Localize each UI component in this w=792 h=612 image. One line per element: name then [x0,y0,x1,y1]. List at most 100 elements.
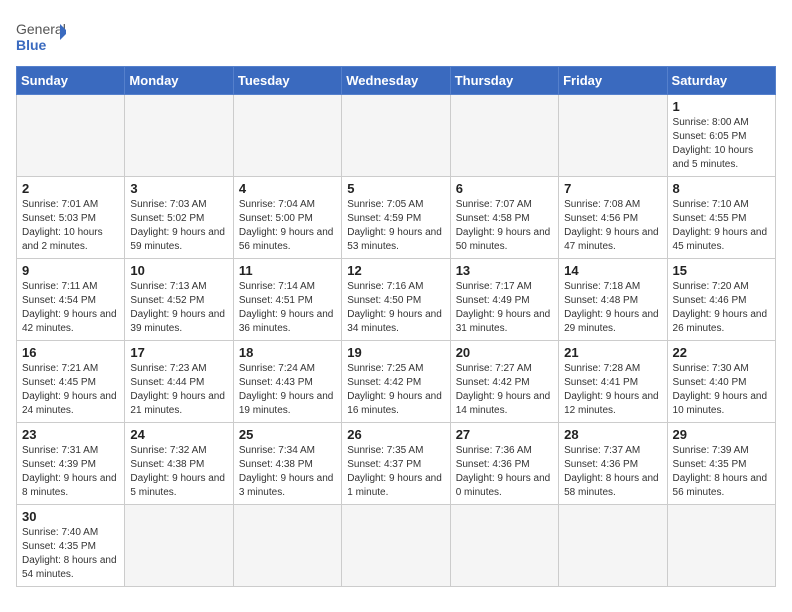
calendar-cell: 5 Sunrise: 7:05 AM Sunset: 4:59 PM Daylig… [342,177,450,259]
day-info: Sunrise: 7:17 AM Sunset: 4:49 PM Dayligh… [456,280,553,336]
calendar-table: SundayMondayTuesdayWednesdayThursdayFrid… [16,66,776,587]
day-number: 5 [347,181,444,196]
day-info: Sunrise: 7:37 AM Sunset: 4:36 PM Dayligh… [564,444,661,500]
day-info: Sunrise: 7:03 AM Sunset: 5:02 PM Dayligh… [130,198,227,254]
day-number: 6 [456,181,553,196]
day-number: 23 [22,427,119,442]
calendar-cell [233,505,341,587]
calendar-cell: 24 Sunrise: 7:32 AM Sunset: 4:38 PM Dayli… [125,423,233,505]
day-info: Sunrise: 7:36 AM Sunset: 4:36 PM Dayligh… [456,444,553,500]
day-info: Sunrise: 7:20 AM Sunset: 4:46 PM Dayligh… [673,280,770,336]
day-info: Sunrise: 7:10 AM Sunset: 4:55 PM Dayligh… [673,198,770,254]
header: General Blue [16,16,776,56]
day-number: 8 [673,181,770,196]
week-row-3: 16 Sunrise: 7:21 AM Sunset: 4:45 PM Dayli… [17,341,776,423]
day-number: 14 [564,263,661,278]
calendar-cell: 22 Sunrise: 7:30 AM Sunset: 4:40 PM Dayli… [667,341,775,423]
calendar-cell: 3 Sunrise: 7:03 AM Sunset: 5:02 PM Daylig… [125,177,233,259]
calendar-cell: 1 Sunrise: 8:00 AM Sunset: 6:05 PM Daylig… [667,95,775,177]
day-number: 17 [130,345,227,360]
day-info: Sunrise: 7:11 AM Sunset: 4:54 PM Dayligh… [22,280,119,336]
day-number: 2 [22,181,119,196]
logo: General Blue [16,16,66,56]
day-number: 18 [239,345,336,360]
day-number: 27 [456,427,553,442]
calendar-cell: 12 Sunrise: 7:16 AM Sunset: 4:50 PM Dayli… [342,259,450,341]
calendar-cell [450,95,558,177]
calendar-cell: 27 Sunrise: 7:36 AM Sunset: 4:36 PM Dayli… [450,423,558,505]
calendar-cell: 18 Sunrise: 7:24 AM Sunset: 4:43 PM Dayli… [233,341,341,423]
svg-text:Blue: Blue [16,37,47,53]
calendar-cell [559,95,667,177]
calendar-cell: 28 Sunrise: 7:37 AM Sunset: 4:36 PM Dayli… [559,423,667,505]
header-thursday: Thursday [450,67,558,95]
calendar-cell [125,95,233,177]
day-info: Sunrise: 7:24 AM Sunset: 4:43 PM Dayligh… [239,362,336,418]
day-info: Sunrise: 7:21 AM Sunset: 4:45 PM Dayligh… [22,362,119,418]
day-info: Sunrise: 7:07 AM Sunset: 4:58 PM Dayligh… [456,198,553,254]
day-info: Sunrise: 7:25 AM Sunset: 4:42 PM Dayligh… [347,362,444,418]
week-row-4: 23 Sunrise: 7:31 AM Sunset: 4:39 PM Dayli… [17,423,776,505]
day-info: Sunrise: 7:30 AM Sunset: 4:40 PM Dayligh… [673,362,770,418]
day-number: 3 [130,181,227,196]
day-info: Sunrise: 7:18 AM Sunset: 4:48 PM Dayligh… [564,280,661,336]
calendar-cell: 20Sunrise: 7:27 AM Sunset: 4:42 PM Dayli… [450,341,558,423]
calendar-cell [667,505,775,587]
header-tuesday: Tuesday [233,67,341,95]
day-number: 25 [239,427,336,442]
calendar-cell: 30 Sunrise: 7:40 AM Sunset: 4:35 PM Dayli… [17,505,125,587]
calendar-cell [17,95,125,177]
day-number: 22 [673,345,770,360]
header-friday: Friday [559,67,667,95]
day-number: 9 [22,263,119,278]
day-info: Sunrise: 8:00 AM Sunset: 6:05 PM Dayligh… [673,116,770,172]
logo-svg: General Blue [16,16,66,56]
calendar-cell: 16 Sunrise: 7:21 AM Sunset: 4:45 PM Dayli… [17,341,125,423]
calendar-cell [125,505,233,587]
day-info: Sunrise: 7:16 AM Sunset: 4:50 PM Dayligh… [347,280,444,336]
day-number: 30 [22,509,119,524]
calendar-cell: 10Sunrise: 7:13 AM Sunset: 4:52 PM Dayli… [125,259,233,341]
calendar-header-row: SundayMondayTuesdayWednesdayThursdayFrid… [17,67,776,95]
calendar-cell [342,95,450,177]
header-sunday: Sunday [17,67,125,95]
day-number: 28 [564,427,661,442]
calendar-cell: 7Sunrise: 7:08 AM Sunset: 4:56 PM Daylig… [559,177,667,259]
day-number: 24 [130,427,227,442]
calendar-cell: 9 Sunrise: 7:11 AM Sunset: 4:54 PM Daylig… [17,259,125,341]
calendar-cell: 15Sunrise: 7:20 AM Sunset: 4:46 PM Dayli… [667,259,775,341]
day-number: 12 [347,263,444,278]
day-number: 4 [239,181,336,196]
calendar-cell: 25 Sunrise: 7:34 AM Sunset: 4:38 PM Dayli… [233,423,341,505]
calendar-cell: 23 Sunrise: 7:31 AM Sunset: 4:39 PM Dayli… [17,423,125,505]
calendar-cell: 4Sunrise: 7:04 AM Sunset: 5:00 PM Daylig… [233,177,341,259]
week-row-5: 30 Sunrise: 7:40 AM Sunset: 4:35 PM Dayli… [17,505,776,587]
day-info: Sunrise: 7:08 AM Sunset: 4:56 PM Dayligh… [564,198,661,254]
day-info: Sunrise: 7:05 AM Sunset: 4:59 PM Dayligh… [347,198,444,254]
day-info: Sunrise: 7:40 AM Sunset: 4:35 PM Dayligh… [22,526,119,582]
day-number: 21 [564,345,661,360]
calendar-cell [233,95,341,177]
day-info: Sunrise: 7:23 AM Sunset: 4:44 PM Dayligh… [130,362,227,418]
day-info: Sunrise: 7:34 AM Sunset: 4:38 PM Dayligh… [239,444,336,500]
svg-text:General: General [16,21,66,37]
day-info: Sunrise: 7:31 AM Sunset: 4:39 PM Dayligh… [22,444,119,500]
header-saturday: Saturday [667,67,775,95]
calendar-cell: 19 Sunrise: 7:25 AM Sunset: 4:42 PM Dayli… [342,341,450,423]
day-info: Sunrise: 7:27 AM Sunset: 4:42 PM Dayligh… [456,362,553,418]
header-wednesday: Wednesday [342,67,450,95]
calendar-cell: 8 Sunrise: 7:10 AM Sunset: 4:55 PM Daylig… [667,177,775,259]
day-number: 16 [22,345,119,360]
day-info: Sunrise: 7:32 AM Sunset: 4:38 PM Dayligh… [130,444,227,500]
day-number: 19 [347,345,444,360]
calendar-cell: 26Sunrise: 7:35 AM Sunset: 4:37 PM Dayli… [342,423,450,505]
day-number: 11 [239,263,336,278]
calendar-cell: 17 Sunrise: 7:23 AM Sunset: 4:44 PM Dayli… [125,341,233,423]
calendar-cell: 2Sunrise: 7:01 AM Sunset: 5:03 PM Daylig… [17,177,125,259]
day-number: 10 [130,263,227,278]
day-info: Sunrise: 7:28 AM Sunset: 4:41 PM Dayligh… [564,362,661,418]
calendar-cell [450,505,558,587]
day-number: 13 [456,263,553,278]
day-number: 29 [673,427,770,442]
day-number: 1 [673,99,770,114]
